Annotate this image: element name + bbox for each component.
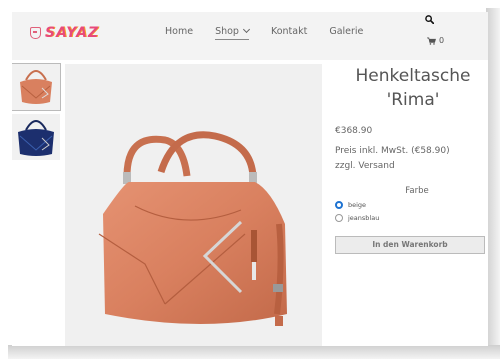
product-title-line1: Henkeltasche (355, 66, 471, 86)
cart-icon (427, 37, 436, 45)
logo-text: SAYAZ (45, 25, 100, 41)
search-icon[interactable] (425, 15, 434, 24)
browser-frame: SAYAZ Home Shop Kontakt Galerie 0 Henkel… (0, 0, 500, 359)
page: SAYAZ Home Shop Kontakt Galerie 0 Henkel… (12, 12, 488, 346)
product-price: €368.90 (335, 126, 373, 136)
thumbnail-beige[interactable] (12, 63, 61, 111)
product-main-image[interactable] (65, 64, 322, 346)
cart-link[interactable]: 0 (427, 36, 444, 45)
handbag-image (65, 64, 322, 346)
tax-note: Preis inkl. MwSt. (€58.90) zzgl. Versand (335, 146, 450, 171)
nav-item-shop-label: Shop (215, 26, 239, 37)
cart-count: 0 (439, 36, 445, 45)
nav-item-kontakt[interactable]: Kontakt (271, 26, 307, 40)
variant-option-jeansblau[interactable]: jeansblau (335, 214, 488, 222)
thumbnail-blue[interactable] (12, 114, 60, 160)
frame-shadow-right (486, 8, 500, 359)
frame-shadow-bottom (8, 345, 500, 359)
nav-item-shop[interactable]: Shop (215, 25, 251, 40)
variant-option-beige-label: beige (348, 201, 367, 209)
product-info: Henkeltasche 'Rima' €368.90 Preis inkl. … (330, 64, 488, 254)
site-header: SAYAZ Home Shop Kontakt Galerie 0 (12, 12, 488, 60)
main-nav: Home Shop Kontakt Galerie (165, 25, 385, 40)
add-to-cart-button[interactable]: In den Warenkorb (335, 236, 485, 254)
logo-badge-icon (30, 27, 41, 39)
product-title-line2: 'Rima' (386, 90, 440, 110)
thumbnail-beige-image (12, 64, 60, 110)
radio-beige[interactable] (335, 201, 343, 209)
site-logo[interactable]: SAYAZ (30, 25, 99, 41)
variant-label: Farbe (405, 186, 429, 196)
nav-item-home[interactable]: Home (165, 26, 193, 40)
radio-jeansblau[interactable] (335, 214, 343, 222)
product-title: Henkeltasche 'Rima' (338, 64, 488, 112)
variant-option-jeansblau-label: jeansblau (348, 214, 380, 222)
thumbnail-blue-image (12, 114, 60, 160)
chevron-down-icon (242, 25, 251, 34)
nav-item-galerie[interactable]: Galerie (329, 26, 363, 40)
variant-option-beige[interactable]: beige (335, 201, 488, 209)
thumbnail-list (12, 63, 62, 164)
